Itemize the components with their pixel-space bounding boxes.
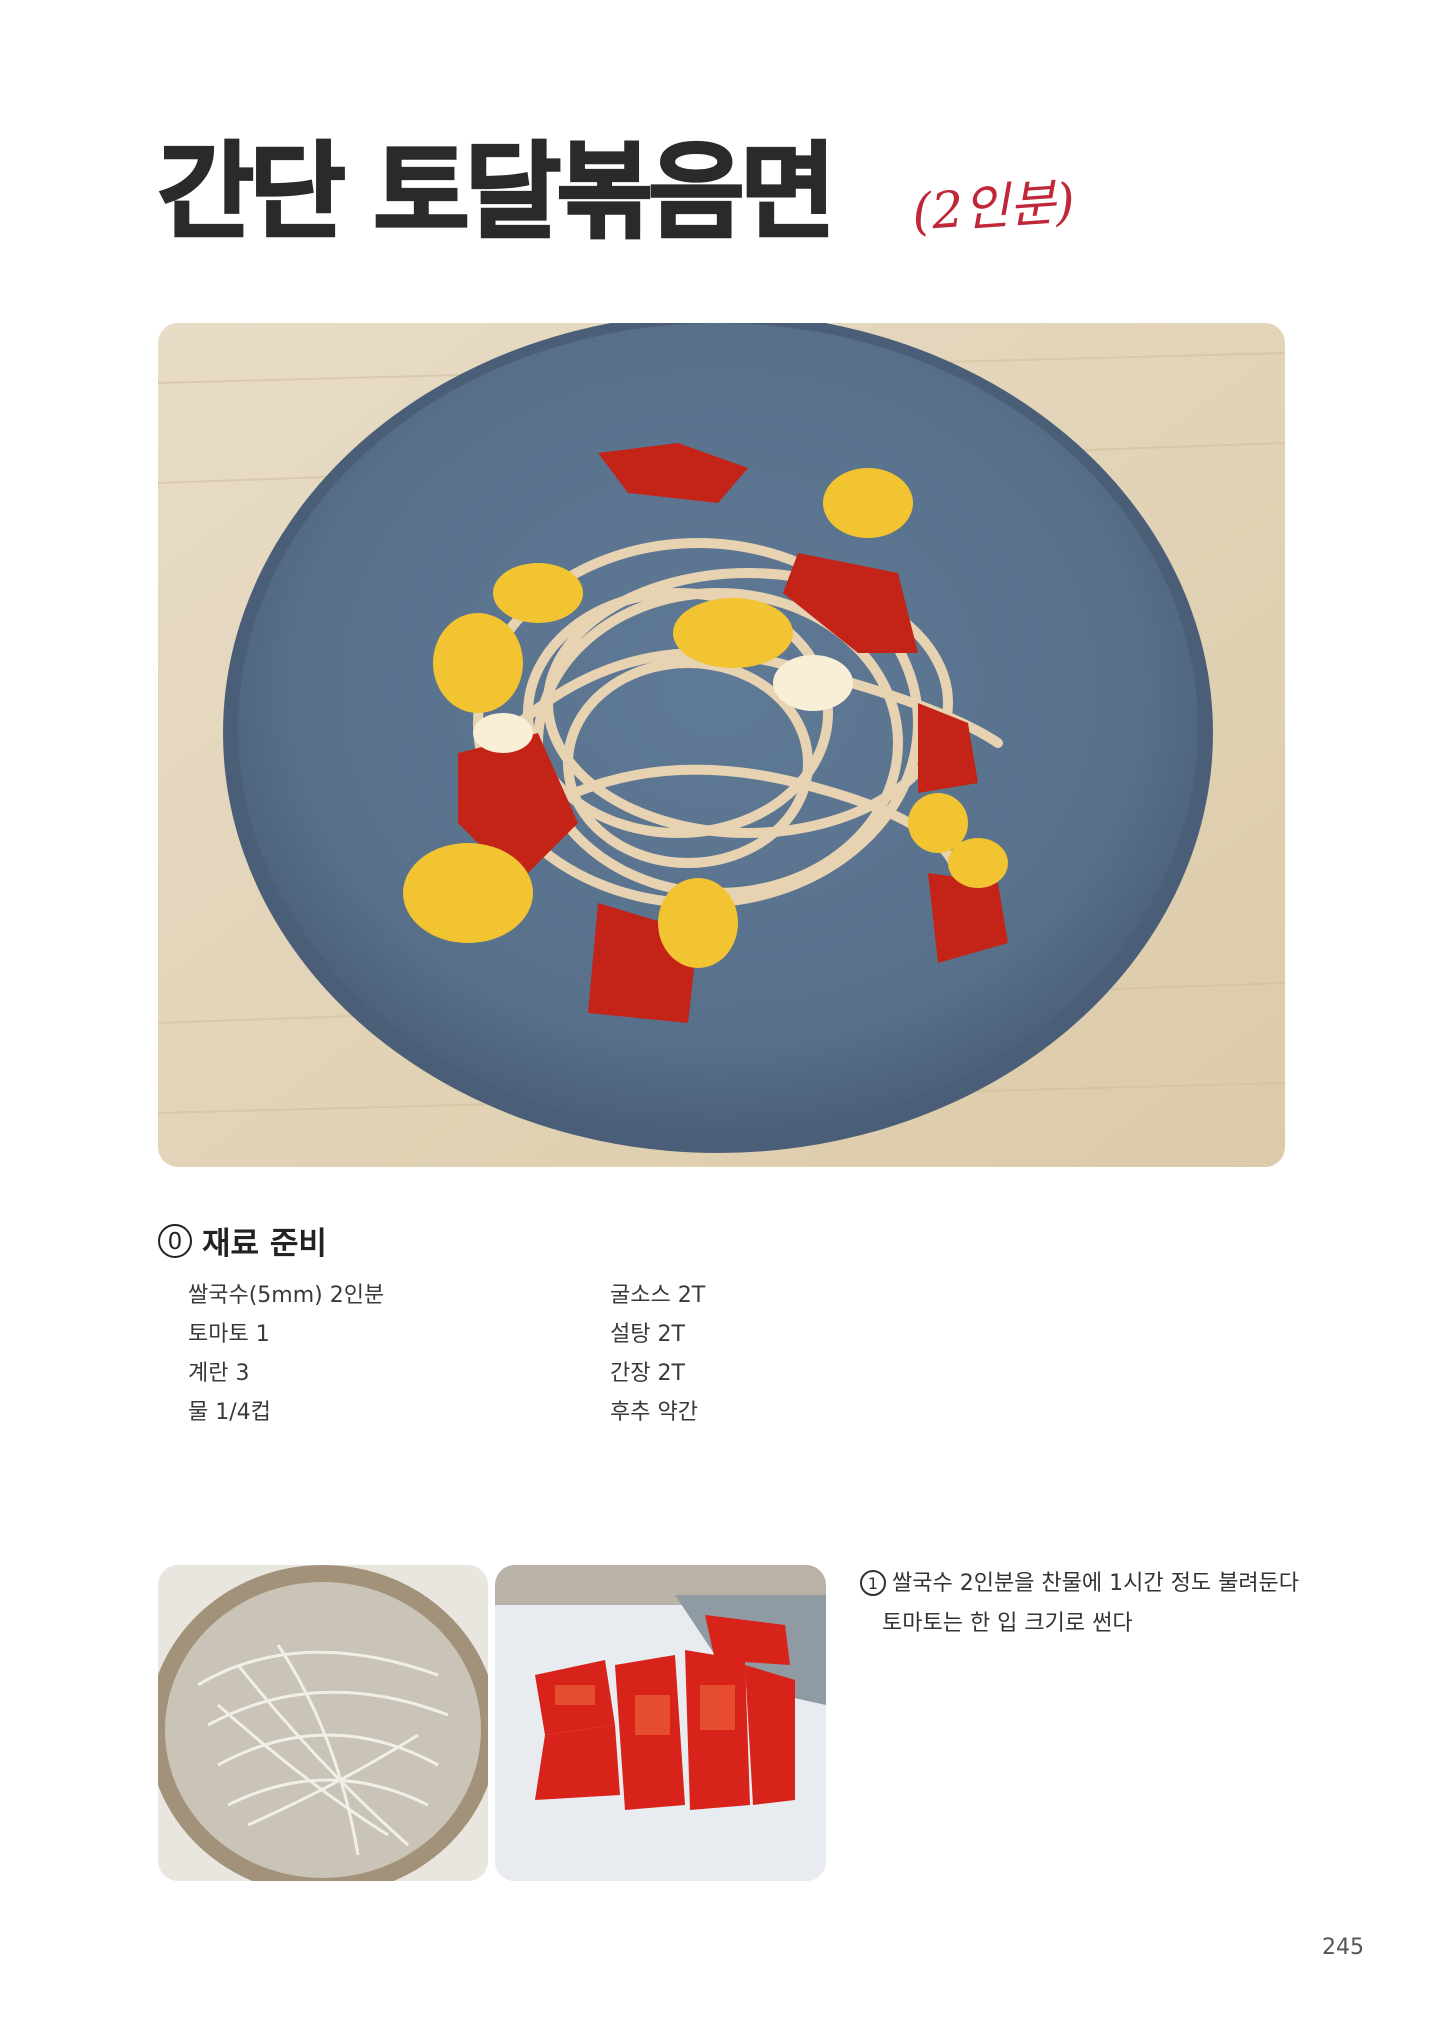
servings-note: (2인분)	[910, 172, 1077, 242]
section-number: 0	[158, 1223, 192, 1258]
step-1-text: 쌀국수 2인분을 찬물에 1시간 정도 불려둔다	[892, 1571, 1300, 1596]
page-number: 245	[1322, 1935, 1364, 1960]
step-1-line-1: 1 쌀국수 2인분을 찬물에 1시간 정도 불려둔다	[860, 1564, 1330, 1604]
ingredient-item: 계란 3	[188, 1361, 250, 1386]
step-1-line-2: 토마토는 한 입 크기로 썬다	[882, 1611, 1133, 1636]
ingredient-item: 물 1/4컵	[188, 1400, 271, 1425]
sliced-tomato-photo	[495, 1565, 826, 1881]
ingredient-item: 후추 약간	[610, 1400, 698, 1425]
dish-photo	[158, 323, 1285, 1167]
ingredient-item: 설탕 2T	[610, 1322, 685, 1347]
step-1: 1 쌀국수 2인분을 찬물에 1시간 정도 불려둔다 토마토는 한 입 크기로 썬…	[860, 1564, 1330, 1644]
recipe-title: 간단 토달볶음면	[157, 131, 838, 253]
ingredient-item: 토마토 1	[188, 1322, 270, 1347]
ingredient-item: 쌀국수(5mm) 2인분	[188, 1283, 385, 1308]
ingredient-item: 굴소스 2T	[610, 1283, 706, 1308]
ingredient-item: 간장 2T	[610, 1361, 685, 1386]
section-heading: 0 재료 준비	[158, 1218, 327, 1263]
step-number: 1	[860, 1570, 886, 1596]
section-title: 재료 준비	[202, 1226, 327, 1262]
soaked-noodles-photo	[158, 1565, 488, 1881]
